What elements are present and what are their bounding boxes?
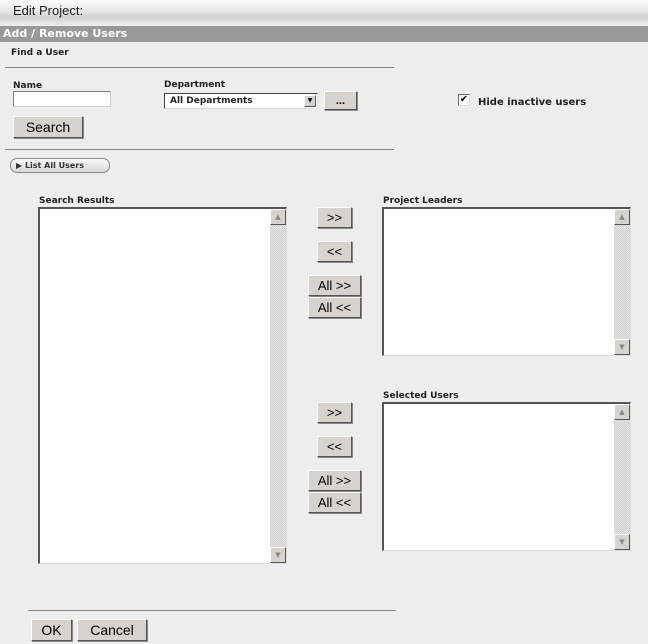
add-all-users-button[interactable]: All >>: [308, 470, 361, 491]
search-results-list[interactable]: ▲ ▼: [38, 207, 287, 564]
project-leaders-list[interactable]: ▲ ▼: [382, 207, 631, 356]
scroll-up-icon[interactable]: ▲: [614, 404, 630, 420]
section-header: Add / Remove Users: [0, 26, 648, 42]
add-all-leaders-button[interactable]: All >>: [308, 275, 361, 296]
remove-all-users-button[interactable]: All <<: [308, 492, 361, 513]
list-all-users-button[interactable]: ▶ List All Users: [10, 158, 110, 173]
ok-button[interactable]: OK: [31, 619, 72, 641]
scrollbar[interactable]: ▲ ▼: [614, 404, 630, 550]
check-icon: ✔: [459, 94, 469, 105]
scroll-up-icon[interactable]: ▲: [270, 209, 286, 225]
scroll-up-icon[interactable]: ▲: [614, 209, 630, 225]
department-label: Department: [164, 80, 226, 90]
add-leader-button[interactable]: >>: [317, 207, 352, 228]
scroll-down-icon[interactable]: ▼: [270, 547, 286, 563]
remove-leader-button[interactable]: <<: [317, 241, 352, 262]
divider: [5, 67, 394, 68]
add-user-button[interactable]: >>: [317, 402, 352, 423]
window-titlebar: Edit Project:: [0, 0, 648, 25]
search-results-label: Search Results: [39, 196, 115, 206]
scrollbar[interactable]: ▲ ▼: [270, 209, 286, 563]
scroll-down-icon[interactable]: ▼: [614, 339, 630, 355]
remove-user-button[interactable]: <<: [317, 436, 352, 457]
selected-users-label: Selected Users: [383, 391, 459, 401]
project-leaders-label: Project Leaders: [383, 196, 463, 206]
chevron-down-icon[interactable]: ▼: [304, 95, 316, 107]
divider: [28, 610, 396, 611]
scroll-down-icon[interactable]: ▼: [614, 534, 630, 550]
selected-users-list[interactable]: ▲ ▼: [382, 402, 631, 551]
scrollbar[interactable]: ▲ ▼: [614, 209, 630, 355]
department-selected-value: All Departments: [170, 96, 253, 106]
cancel-button[interactable]: Cancel: [77, 619, 147, 641]
search-button[interactable]: Search: [13, 116, 83, 138]
hide-inactive-label: Hide inactive users: [478, 97, 587, 108]
browse-departments-button[interactable]: ...: [324, 91, 357, 110]
find-user-heading: Find a User: [11, 48, 69, 58]
window-title: Edit Project:: [13, 3, 84, 18]
department-select[interactable]: All Departments ▼: [164, 93, 318, 109]
hide-inactive-checkbox[interactable]: ✔: [458, 94, 470, 106]
remove-all-leaders-button[interactable]: All <<: [308, 297, 361, 318]
name-input[interactable]: [13, 91, 111, 107]
divider: [5, 149, 394, 150]
name-label: Name: [13, 81, 43, 91]
